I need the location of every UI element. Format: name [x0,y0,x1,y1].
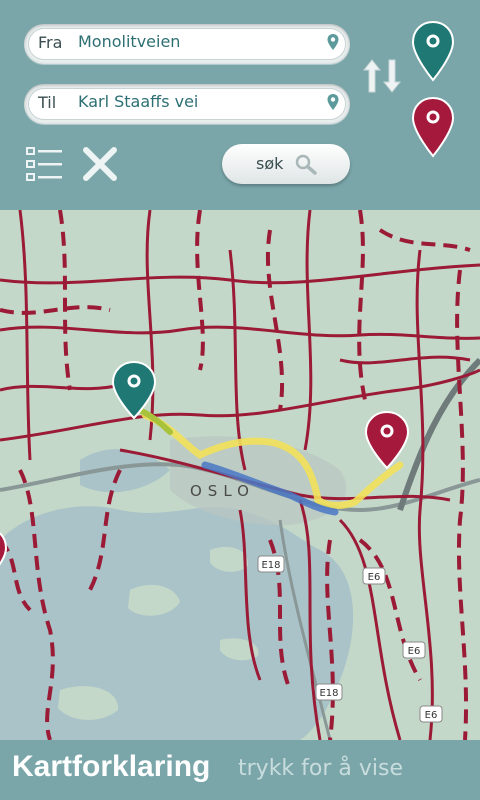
to-field[interactable]: Til Karl Staaffs vei [24,84,350,124]
search-panel: Fra Monolitveien Til Karl Staaffs vei sø… [0,0,480,210]
road-shield: E6 [362,567,386,585]
map-legend-bar[interactable]: Kartforklaring trykk for å vise [0,740,480,800]
place-label: OSLO [190,482,255,500]
to-label: Til [38,93,57,112]
map-destination-pin-icon[interactable] [364,410,410,470]
list-icon[interactable] [26,146,64,182]
road-shield: E18 [315,683,343,701]
legend-hint: trykk for å vise [238,756,404,781]
from-field-box [28,28,346,60]
from-label: Fra [38,33,63,52]
location-pin-icon[interactable] [326,33,340,51]
to-input[interactable]: Karl Staaffs vei [78,92,198,111]
road-shield-label: E6 [408,646,421,657]
road-shield-label: E18 [261,560,280,571]
map[interactable]: E18 E6 E6 E18 E6 OSLO [0,210,480,740]
start-pin-icon [411,20,455,82]
search-button-label: søk [256,154,284,173]
road-shield: E18 [257,555,285,573]
legend-title: Kartforklaring [12,750,211,783]
search-button[interactable]: søk [222,144,350,184]
swap-arrows-icon[interactable] [362,56,402,96]
destination-pin-icon [411,96,455,158]
road-shield-label: E6 [368,572,381,583]
road-shield-label: E18 [319,688,338,699]
road-shield-label: E6 [425,710,438,721]
search-icon [295,154,317,175]
map-start-pin-icon[interactable] [111,360,157,420]
road-shield: E6 [419,705,443,723]
map-canvas: E18 E6 E6 E18 E6 OSLO [0,210,480,740]
road-shield: E6 [402,641,426,659]
from-field[interactable]: Fra Monolitveien [24,24,350,64]
from-input[interactable]: Monolitveien [78,32,180,51]
location-pin-icon[interactable] [326,93,340,111]
close-icon[interactable] [82,146,118,182]
